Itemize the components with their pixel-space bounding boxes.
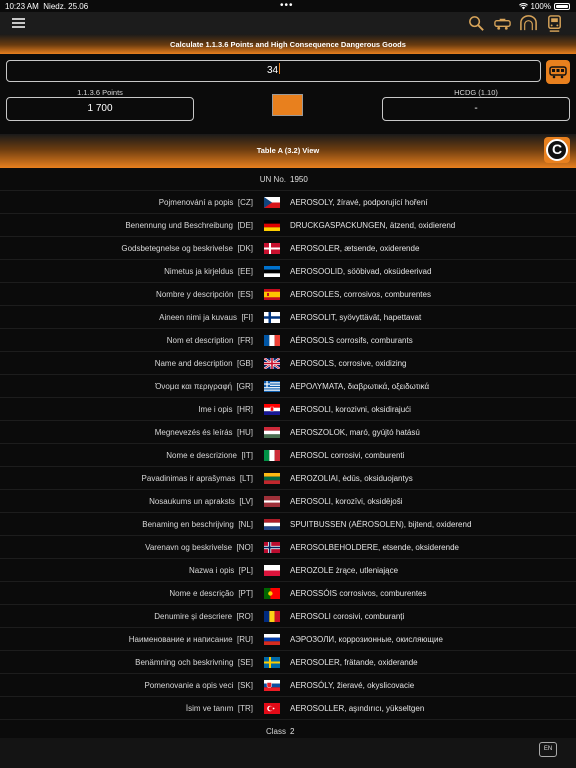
row-label: UN No. <box>259 175 286 184</box>
list-item: İsim ve tanım [TR] AEROSOLLER, aşındırıc… <box>0 697 576 720</box>
tank-wagon-icon[interactable] <box>493 14 512 33</box>
calculator-panel: 34 1.1.3.6 Points HCDG (1.10) 1 700 - <box>0 54 576 134</box>
flag-gb-icon <box>264 358 280 369</box>
language-button[interactable]: EN <box>539 742 557 757</box>
points-label: 1.1.3.6 Points <box>77 88 123 97</box>
calculator-title-band: Calculate 1.1.3.6 Points and High Conseq… <box>0 34 576 54</box>
list-item: Godsbetegnelse og beskrivelse [DK] AEROS… <box>0 237 576 260</box>
train-icon[interactable] <box>545 14 564 33</box>
list-item: Name and description [GB] AEROSOLS, corr… <box>0 352 576 375</box>
list-item: Megnevezés és leírás [HU] AEROSZOLOK, ma… <box>0 421 576 444</box>
status-time-date: 10:23 AM Niedz. 25.06 <box>5 2 89 11</box>
flag-lt-icon <box>264 473 280 484</box>
list-item: Ime i opis [HR] AEROSOLI, korozivni, oks… <box>0 398 576 421</box>
hazard-color-swatch <box>272 94 303 116</box>
flag-de-icon <box>264 220 280 231</box>
list-item: Aineen nimi ja kuvaus [FI] AEROSOLIT, sy… <box>0 306 576 329</box>
flag-fi-icon <box>264 312 280 323</box>
flag-hu-icon <box>264 427 280 438</box>
points-field[interactable]: 1 700 <box>6 97 194 121</box>
text-caret <box>279 63 281 74</box>
row-label: Class <box>265 727 286 736</box>
list-item: Nombre y descripción [ES] AEROSOLES, cor… <box>0 283 576 306</box>
copyright-button[interactable]: C <box>544 137 570 163</box>
row-value: 2 <box>290 727 295 736</box>
flag-tr-icon <box>264 703 280 714</box>
flag-ee-icon <box>264 266 280 277</box>
status-bar: 10:23 AM Niedz. 25.06 ••• 100% <box>0 0 576 12</box>
flag-no-icon <box>264 542 280 553</box>
list-item: Benennung und Beschreibung [DE] DRUCKGAS… <box>0 214 576 237</box>
list-item: Pojmenování a popis [CZ] AEROSOLY, žírav… <box>0 191 576 214</box>
train-select-button[interactable] <box>546 60 570 84</box>
flag-gr-icon <box>264 381 280 392</box>
flag-ru-icon <box>264 634 280 645</box>
flag-it-icon <box>264 450 280 461</box>
train-icon <box>549 66 567 79</box>
list-item: Nome e descrição [PT] AEROSSÓIS corrosiv… <box>0 582 576 605</box>
list-item: Denumire și descriere [RO] AEROSOLI coro… <box>0 605 576 628</box>
list-item: Nosaukums un apraksts [LV] AEROSOLI, kor… <box>0 490 576 513</box>
flag-pl-icon <box>264 565 280 576</box>
table-title: Table A (3.2) View <box>256 146 320 155</box>
flag-ro-icon <box>264 611 280 622</box>
list-item: Nazwa i opis [PL] AEROZOLE żrące, utleni… <box>0 559 576 582</box>
list-item: Benämning och beskrivning [SE] AEROSOLER… <box>0 651 576 674</box>
row-value: 1950 <box>290 175 308 184</box>
flag-cz-icon <box>264 197 280 208</box>
flag-fr-icon <box>264 335 280 346</box>
flag-dk-icon <box>264 243 280 254</box>
top-nav <box>0 12 576 34</box>
multitask-dots-icon: ••• <box>280 0 294 11</box>
menu-icon[interactable] <box>12 18 25 28</box>
page-title: Calculate 1.1.3.6 Points and High Conseq… <box>170 40 406 49</box>
list-item: Nimetus ja kirjeldus [EE] AEROSOOLID, sö… <box>0 260 576 283</box>
flag-es-icon <box>264 289 280 300</box>
table-title-band: Table A (3.2) View <box>0 134 576 168</box>
list-item: Pavadinimas ir aprašymas [LT] AEROZOLIAI… <box>0 467 576 490</box>
list-item: Όνομα και περιγραφή [GR] ΑΕΡΟΛΥΜΑΤΑ, δια… <box>0 375 576 398</box>
list-item: Varenavn og beskrivelse [NO] AEROSOLBEHO… <box>0 536 576 559</box>
wifi-icon <box>518 3 528 10</box>
flag-pt-icon <box>264 588 280 599</box>
un-number-row: UN No. 1950 <box>0 168 576 191</box>
flag-lv-icon <box>264 496 280 507</box>
hcdg-field[interactable]: - <box>382 97 570 121</box>
battery-icon <box>554 3 570 10</box>
translations-list: UN No. 1950 Pojmenování a popis [CZ] AER… <box>0 168 576 738</box>
flag-nl-icon <box>264 519 280 530</box>
tunnel-icon[interactable] <box>519 14 538 33</box>
list-item: Nome e descrizione [IT] AEROSOL corrosiv… <box>0 444 576 467</box>
bottom-bar <box>0 738 576 768</box>
flag-se-icon <box>264 657 280 668</box>
list-item: Pomenovanie a opis veci [SK] AEROSÓLY, ž… <box>0 674 576 697</box>
flag-hr-icon <box>264 404 280 415</box>
un-number-input[interactable]: 34 <box>6 60 541 82</box>
list-item: Nom et description [FR] AÉROSOLS corrosi… <box>0 329 576 352</box>
list-item: Benaming en beschrijving [NL] SPUITBUSSE… <box>0 513 576 536</box>
search-icon[interactable] <box>467 14 486 33</box>
flag-sk-icon <box>264 680 280 691</box>
list-item: Наименование и написание [RU] АЭРОЗОЛИ, … <box>0 628 576 651</box>
hcdg-label: HCDG (1.10) <box>454 88 498 97</box>
battery-percent: 100% <box>530 2 551 11</box>
copyright-icon: C <box>546 139 568 161</box>
